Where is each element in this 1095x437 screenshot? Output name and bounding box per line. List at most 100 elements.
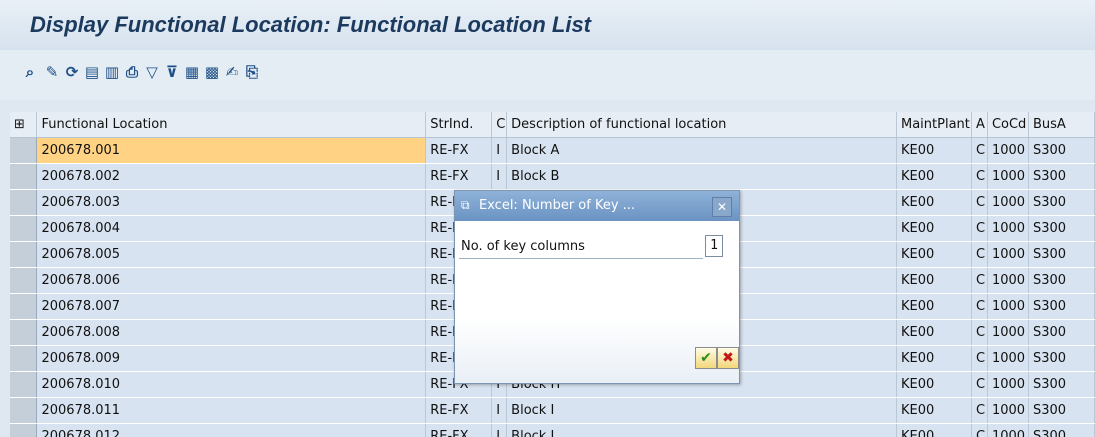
row-selector[interactable] <box>10 345 38 372</box>
select-all-icon[interactable]: ⊞ <box>10 112 38 138</box>
table-row[interactable]: 200678.011 RE-FX I Block I KE00 C 1000 S300 <box>10 397 1095 424</box>
table-cell[interactable]: 1000 <box>987 189 1029 216</box>
column-header[interactable]: MaintPlant <box>896 112 972 138</box>
table-cell[interactable]: 200678.001 <box>36 137 427 164</box>
close-icon[interactable]: ✕ <box>712 197 732 217</box>
local-file-icon[interactable]: ⎘ <box>242 62 262 82</box>
row-selector[interactable] <box>10 371 38 398</box>
table-cell[interactable]: S300 <box>1028 293 1095 320</box>
table-cell[interactable]: S300 <box>1028 137 1095 164</box>
table-cell[interactable]: KE00 <box>896 241 972 268</box>
table-cell[interactable]: 1000 <box>987 215 1029 242</box>
table-cell[interactable]: 200678.010 <box>36 371 427 398</box>
select-layout-icon[interactable]: ▤ <box>82 62 102 82</box>
table-cell[interactable]: S300 <box>1028 423 1095 437</box>
cancel-button[interactable]: ✖ <box>717 347 739 369</box>
row-selector[interactable] <box>10 423 38 437</box>
table-cell[interactable]: 200678.012 <box>36 423 427 437</box>
table-cell[interactable]: 1000 <box>987 345 1029 372</box>
table-cell[interactable]: RE-FX <box>425 397 493 424</box>
table-cell[interactable]: C <box>971 397 988 424</box>
table-cell[interactable]: 1000 <box>987 267 1029 294</box>
spreadsheet-icon[interactable]: ▩ <box>202 62 222 82</box>
table-cell[interactable]: KE00 <box>896 319 972 346</box>
details-icon[interactable]: ⌕ <box>20 62 40 82</box>
table-cell[interactable]: KE00 <box>896 345 972 372</box>
table-cell[interactable]: 200678.006 <box>36 267 427 294</box>
row-selector[interactable] <box>10 241 38 268</box>
table-cell[interactable]: C <box>971 267 988 294</box>
table-row[interactable]: 200678.001 RE-FX I Block A KE00 C 1000 S300 <box>10 137 1095 164</box>
table-cell[interactable]: RE-FX <box>425 163 493 190</box>
column-header[interactable]: BusA <box>1028 112 1095 138</box>
table-row[interactable]: 200678.012 RE-FX I Block J KE00 C 1000 S300 <box>10 423 1095 437</box>
table-cell[interactable]: Block J <box>506 423 897 437</box>
row-selector[interactable] <box>10 267 38 294</box>
table-cell[interactable]: C <box>971 423 988 437</box>
table-cell[interactable]: KE00 <box>896 163 972 190</box>
confirm-button[interactable]: ✔ <box>695 347 717 369</box>
table-cell[interactable]: C <box>971 163 988 190</box>
table-cell[interactable]: 1000 <box>987 319 1029 346</box>
column-header[interactable]: CoCd <box>987 112 1029 138</box>
table-cell[interactable]: C <box>971 137 988 164</box>
table-cell[interactable]: KE00 <box>896 423 972 437</box>
row-selector[interactable] <box>10 397 38 424</box>
row-selector[interactable] <box>10 215 38 242</box>
table-cell[interactable]: S300 <box>1028 319 1095 346</box>
table-cell[interactable]: 200678.003 <box>36 189 427 216</box>
row-selector[interactable] <box>10 163 38 190</box>
key-columns-input[interactable]: 1 <box>705 235 723 257</box>
table-cell[interactable]: 200678.008 <box>36 319 427 346</box>
total-icon[interactable]: ▦ <box>182 62 202 82</box>
table-cell[interactable]: KE00 <box>896 371 972 398</box>
table-cell[interactable]: C <box>971 215 988 242</box>
table-cell[interactable]: C <box>971 189 988 216</box>
table-cell[interactable]: S300 <box>1028 397 1095 424</box>
table-cell[interactable]: 1000 <box>987 241 1029 268</box>
table-cell[interactable]: 1000 <box>987 293 1029 320</box>
save-layout-icon[interactable]: ▥ <box>102 62 122 82</box>
table-cell[interactable]: Block B <box>506 163 897 190</box>
table-cell[interactable]: 200678.009 <box>36 345 427 372</box>
table-cell[interactable]: 200678.011 <box>36 397 427 424</box>
table-cell[interactable]: 1000 <box>987 397 1029 424</box>
table-cell[interactable]: S300 <box>1028 215 1095 242</box>
table-cell[interactable]: 200678.007 <box>36 293 427 320</box>
table-cell[interactable]: 200678.004 <box>36 215 427 242</box>
table-cell[interactable]: KE00 <box>896 215 972 242</box>
table-cell[interactable]: 1000 <box>987 137 1029 164</box>
table-cell[interactable]: KE00 <box>896 267 972 294</box>
column-header[interactable]: C <box>491 112 508 138</box>
table-cell[interactable]: KE00 <box>896 397 972 424</box>
column-header[interactable]: StrInd. <box>425 112 493 138</box>
table-row[interactable]: 200678.002 RE-FX I Block B KE00 C 1000 S300 <box>10 163 1095 190</box>
table-cell[interactable]: C <box>971 241 988 268</box>
table-cell[interactable]: I <box>491 423 508 437</box>
table-cell[interactable]: I <box>491 163 508 190</box>
table-cell[interactable]: I <box>491 397 508 424</box>
row-selector[interactable] <box>10 189 38 216</box>
table-cell[interactable]: 1000 <box>987 423 1029 437</box>
row-selector[interactable] <box>10 137 38 164</box>
row-selector[interactable] <box>10 319 38 346</box>
table-cell[interactable]: RE-FX <box>425 423 493 437</box>
table-cell[interactable]: 1000 <box>987 163 1029 190</box>
table-cell[interactable]: S300 <box>1028 345 1095 372</box>
table-cell[interactable]: I <box>491 137 508 164</box>
table-cell[interactable]: S300 <box>1028 371 1095 398</box>
refresh-icon[interactable]: ⟳ <box>62 62 82 82</box>
table-cell[interactable]: KE00 <box>896 137 972 164</box>
row-selector[interactable] <box>10 293 38 320</box>
table-cell[interactable]: KE00 <box>896 189 972 216</box>
table-cell[interactable]: KE00 <box>896 293 972 320</box>
table-cell[interactable]: 200678.005 <box>36 241 427 268</box>
set-filter-icon[interactable]: ⊽ <box>162 62 182 82</box>
table-cell[interactable]: Block A <box>506 137 897 164</box>
change-icon[interactable]: ✎ <box>42 62 62 82</box>
table-cell[interactable]: 1000 <box>987 371 1029 398</box>
print-icon[interactable]: ⎙ <box>122 62 142 82</box>
table-cell[interactable]: S300 <box>1028 267 1095 294</box>
table-cell[interactable]: RE-FX <box>425 137 493 164</box>
table-cell[interactable]: Block I <box>506 397 897 424</box>
